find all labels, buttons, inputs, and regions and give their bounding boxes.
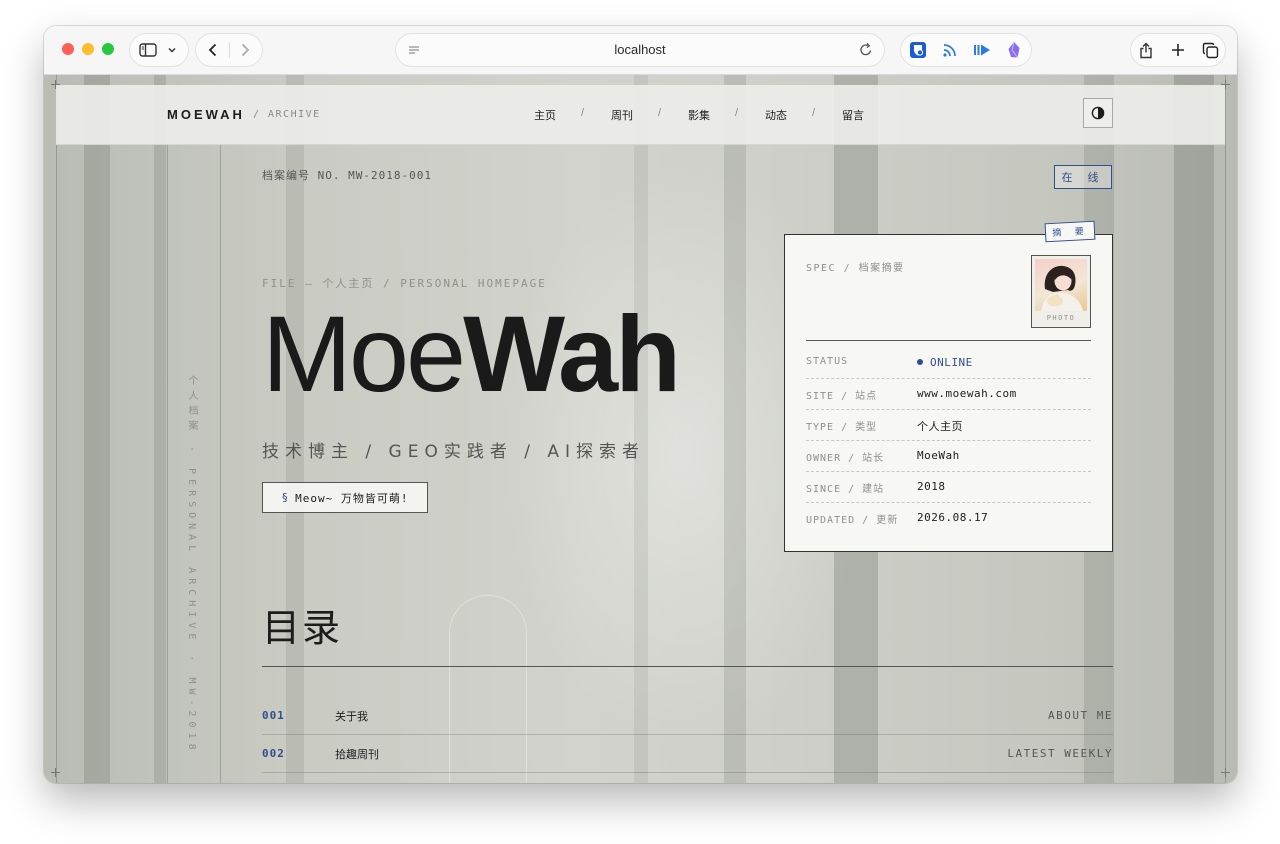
obsidian-extension-icon[interactable] xyxy=(1000,34,1028,66)
motto-button[interactable]: § Meow~ 万物皆可萌! xyxy=(262,482,428,513)
play-extension-icon[interactable] xyxy=(968,34,996,66)
spec-value: MoeWah xyxy=(917,449,960,462)
nav-separator: / xyxy=(658,107,662,119)
avatar-image xyxy=(1035,259,1087,311)
spec-value: 2018 xyxy=(917,480,946,493)
section-mark: § xyxy=(281,491,290,504)
theme-toggle-button[interactable] xyxy=(1083,98,1113,128)
photo-caption: PHOTO xyxy=(1046,314,1076,322)
spec-card: SPEC / 档案摘要 PHOTO STATUS ONLINE SITE / 站… xyxy=(784,234,1113,552)
toc-divider xyxy=(262,666,1113,667)
vertical-archive-label: 个人档案 · PERSONAL ARCHIVE · MW-2018 xyxy=(186,375,197,755)
toc-number: 001 xyxy=(262,709,285,722)
new-tab-icon[interactable] xyxy=(1164,34,1192,66)
summary-tag: 摘 要 xyxy=(1044,220,1096,243)
spec-heading: SPEC / 档案摘要 xyxy=(806,263,905,274)
browser-window: localhost MOEWAH / ARCHIVE 主页 / 周刊 / 影集 … xyxy=(44,26,1237,783)
minimize-window-button[interactable] xyxy=(82,43,94,55)
spec-row-updated: UPDATED / 更新 2026.08.17 xyxy=(806,502,1091,533)
address-bar[interactable]: localhost xyxy=(396,34,884,66)
toc-item-about[interactable]: 001 关于我 ABOUT ME xyxy=(262,696,1113,735)
frame-line xyxy=(56,75,57,783)
spec-value: 2026.08.17 xyxy=(917,511,989,524)
site-logo[interactable]: MOEWAH xyxy=(167,107,245,122)
history-nav-group xyxy=(196,34,262,66)
spec-key: OWNER / 站长 xyxy=(806,453,885,464)
toc-english-label: ABOUT ME xyxy=(1048,709,1113,722)
nav-separator: / xyxy=(735,107,739,119)
toc-heading: 目录 xyxy=(262,606,343,650)
spec-key: STATUS xyxy=(806,356,849,367)
nav-separator: / xyxy=(812,107,816,119)
spec-row-site: SITE / 站点 www.moewah.com xyxy=(806,378,1091,410)
toc-label: 关于我 xyxy=(335,710,368,723)
nav-link-weekly[interactable]: 周刊 xyxy=(611,107,633,123)
back-icon[interactable] xyxy=(199,34,227,66)
nav-link-home[interactable]: 主页 xyxy=(534,107,556,123)
toc-english-label: LATEST WEEKLY xyxy=(1007,747,1113,760)
address-text: localhost xyxy=(614,42,666,57)
frame-line xyxy=(167,144,168,783)
browser-toolbar: localhost xyxy=(44,26,1237,75)
spec-row-type: TYPE / 类型 个人主页 xyxy=(806,409,1091,441)
zoom-window-button[interactable] xyxy=(102,43,114,55)
spec-key: SITE / 站点 xyxy=(806,391,878,402)
chevron-down-icon[interactable] xyxy=(158,34,186,66)
avatar-photo: PHOTO xyxy=(1031,255,1091,328)
status-badge: 在 线 xyxy=(1054,165,1112,189)
share-icon[interactable] xyxy=(1132,34,1160,66)
spec-value-link[interactable]: www.moewah.com xyxy=(917,387,1017,400)
toc-label: 拾趣周刊 xyxy=(335,748,379,761)
site-header: MOEWAH / ARCHIVE 主页 / 周刊 / 影集 / 动态 / 留言 xyxy=(56,85,1225,145)
page-title: MoeWah xyxy=(262,293,681,414)
contrast-icon xyxy=(1091,106,1105,120)
file-number: 档案编号 NO. MW-2018-001 xyxy=(262,169,432,182)
spec-key: UPDATED / 更新 xyxy=(806,515,899,526)
spec-value: ONLINE xyxy=(917,356,973,369)
file-path-label: FILE — 个人主页 / PERSONAL HOMEPAGE xyxy=(262,277,547,290)
spec-row-since: SINCE / 建站 2018 xyxy=(806,471,1091,503)
corner-mark-icon xyxy=(51,768,60,777)
spec-value: 个人主页 xyxy=(917,420,963,433)
rss-icon[interactable] xyxy=(936,34,964,66)
bitwarden-extension-icon[interactable] xyxy=(904,34,932,66)
forward-icon[interactable] xyxy=(231,34,259,66)
title-bold-part: Wah xyxy=(463,293,681,414)
spec-key: SINCE / 建站 xyxy=(806,484,885,495)
tab-overview-icon[interactable] xyxy=(1196,34,1224,66)
frame-line xyxy=(1225,75,1226,783)
toc-number: 002 xyxy=(262,747,285,760)
spec-row-status: STATUS ONLINE xyxy=(806,347,1091,379)
window-actions-group xyxy=(1131,34,1225,66)
title-light-part: Moe xyxy=(262,293,466,414)
toc-item-weekly[interactable]: 002 拾趣周刊 LATEST WEEKLY xyxy=(262,734,1113,773)
page-viewport: MOEWAH / ARCHIVE 主页 / 周刊 / 影集 / 动态 / 留言 … xyxy=(44,75,1237,783)
online-dot-icon xyxy=(917,359,923,365)
reload-icon[interactable] xyxy=(859,42,873,62)
extensions-group xyxy=(901,34,1031,66)
motto-text: Meow~ 万物皆可萌! xyxy=(295,491,409,505)
nav-link-moments[interactable]: 动态 xyxy=(765,107,787,123)
corner-mark-icon xyxy=(1221,768,1230,777)
nav-link-gallery[interactable]: 影集 xyxy=(688,107,710,123)
spec-key: TYPE / 类型 xyxy=(806,422,878,433)
nav-link-guestbook[interactable]: 留言 xyxy=(842,107,864,123)
card-divider xyxy=(806,340,1091,341)
role-tagline: 技术博主 / GEO实践者 / AI探索者 xyxy=(262,442,646,462)
nav-divider xyxy=(229,42,230,58)
frame-line xyxy=(220,144,221,783)
close-window-button[interactable] xyxy=(62,43,74,55)
spec-row-owner: OWNER / 站长 MoeWah xyxy=(806,440,1091,472)
site-logo-subtitle: / ARCHIVE xyxy=(253,109,321,120)
sidebar-toggle-group xyxy=(130,34,188,66)
nav-separator: / xyxy=(581,107,585,119)
